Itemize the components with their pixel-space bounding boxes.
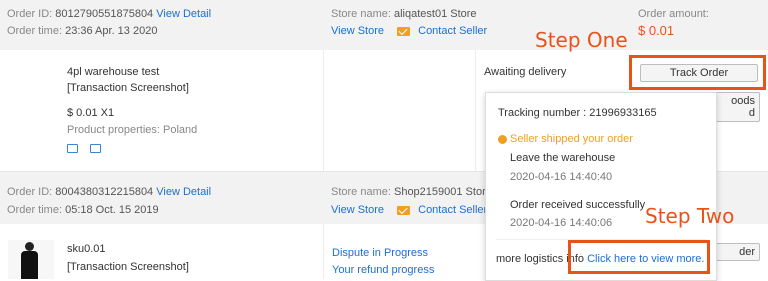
event2-label: Order received successfully bbox=[510, 199, 646, 211]
step-two-label: Step Two bbox=[645, 204, 735, 228]
order2-col-divider-1 bbox=[323, 224, 324, 279]
tracking-number: Tracking number : 21996933165 bbox=[498, 107, 657, 119]
shipped-status-text: Seller shipped your order bbox=[510, 133, 633, 145]
order1-col-divider-2 bbox=[475, 50, 476, 172]
order1-status: Awaiting delivery bbox=[484, 66, 567, 78]
step-one-label: Step One bbox=[535, 28, 628, 52]
order2-transaction-screenshot[interactable]: [Transaction Screenshot] bbox=[67, 261, 189, 273]
order2-store-row: Store name: Shop2159001 Store bbox=[331, 186, 492, 198]
order2-time-label: Order time: bbox=[7, 204, 63, 216]
order1-properties: Product properties: Poland bbox=[67, 124, 198, 136]
order1-store-row: Store name: aliqatest01 Store bbox=[331, 8, 477, 20]
order2-view-store-link[interactable]: View Store bbox=[331, 204, 384, 216]
order1-amount-label: Order amount: bbox=[638, 8, 709, 20]
step-one-highlight bbox=[629, 55, 766, 90]
order2-view-detail-link[interactable]: View Detail bbox=[156, 186, 211, 198]
order1-transaction-screenshot[interactable]: [Transaction Screenshot] bbox=[67, 82, 189, 94]
info-dot-icon bbox=[498, 134, 507, 144]
order2-store-links: View Store Contact Seller bbox=[331, 204, 487, 216]
order2-store-name: Shop2159001 Store bbox=[393, 186, 492, 198]
order2-dispute-link[interactable]: Dispute in Progress bbox=[332, 247, 428, 259]
order1-view-store-link[interactable]: View Store bbox=[331, 25, 384, 37]
order2-id: 8004380312215804 bbox=[55, 186, 154, 198]
order1-id-row: Order ID: 8012790551875804 View Detail bbox=[7, 8, 211, 20]
envelope-icon bbox=[397, 26, 411, 36]
envelope-icon bbox=[397, 205, 411, 215]
order2-store-label: Store name: bbox=[331, 186, 391, 198]
order1-id-label: Order ID: bbox=[7, 8, 53, 20]
order1-contact-seller-link[interactable]: Contact Seller bbox=[418, 25, 487, 37]
order1-store-links: View Store Contact Seller bbox=[331, 25, 487, 37]
order1-store-label: Store name: bbox=[331, 8, 391, 20]
order1-price-qty: $ 0.01 X1 bbox=[67, 107, 115, 119]
order2-product-title[interactable]: sku0.01 bbox=[67, 243, 106, 255]
order1-id: 8012790551875804 bbox=[55, 8, 154, 20]
card-icon bbox=[90, 144, 101, 153]
order1-time-label: Order time: bbox=[7, 25, 63, 37]
event1-label: Leave the warehouse bbox=[510, 152, 616, 164]
order2-id-row: Order ID: 8004380312215804 View Detail bbox=[7, 186, 211, 198]
order2-product-image[interactable] bbox=[8, 240, 54, 279]
order1-time: 23:36 Apr. 13 2020 bbox=[65, 25, 158, 37]
shipping-icon bbox=[67, 144, 78, 153]
event1-time: 2020-04-16 14:40:40 bbox=[510, 171, 613, 183]
order1-store-name: aliqatest01 Store bbox=[393, 8, 477, 20]
order2-id-label: Order ID: bbox=[7, 186, 53, 198]
order1-view-detail-link[interactable]: View Detail bbox=[156, 8, 211, 20]
order2-time: 05:18 Oct. 15 2019 bbox=[65, 204, 159, 216]
order2-refund-link[interactable]: Your refund progress bbox=[332, 264, 434, 276]
order1-product-title[interactable]: 4pl warehouse test bbox=[67, 66, 159, 78]
shipped-status: Seller shipped your order bbox=[498, 133, 633, 145]
order1-col-divider-1 bbox=[323, 50, 324, 172]
order2-contact-seller-link[interactable]: Contact Seller bbox=[418, 204, 487, 216]
order1-time-row: Order time: 23:36 Apr. 13 2020 bbox=[7, 25, 157, 37]
order1-amount: $ 0.01 bbox=[638, 23, 675, 38]
step-two-highlight bbox=[568, 240, 710, 274]
order2-time-row: Order time: 05:18 Oct. 15 2019 bbox=[7, 204, 159, 216]
event2-time: 2020-04-16 14:40:06 bbox=[510, 217, 613, 229]
